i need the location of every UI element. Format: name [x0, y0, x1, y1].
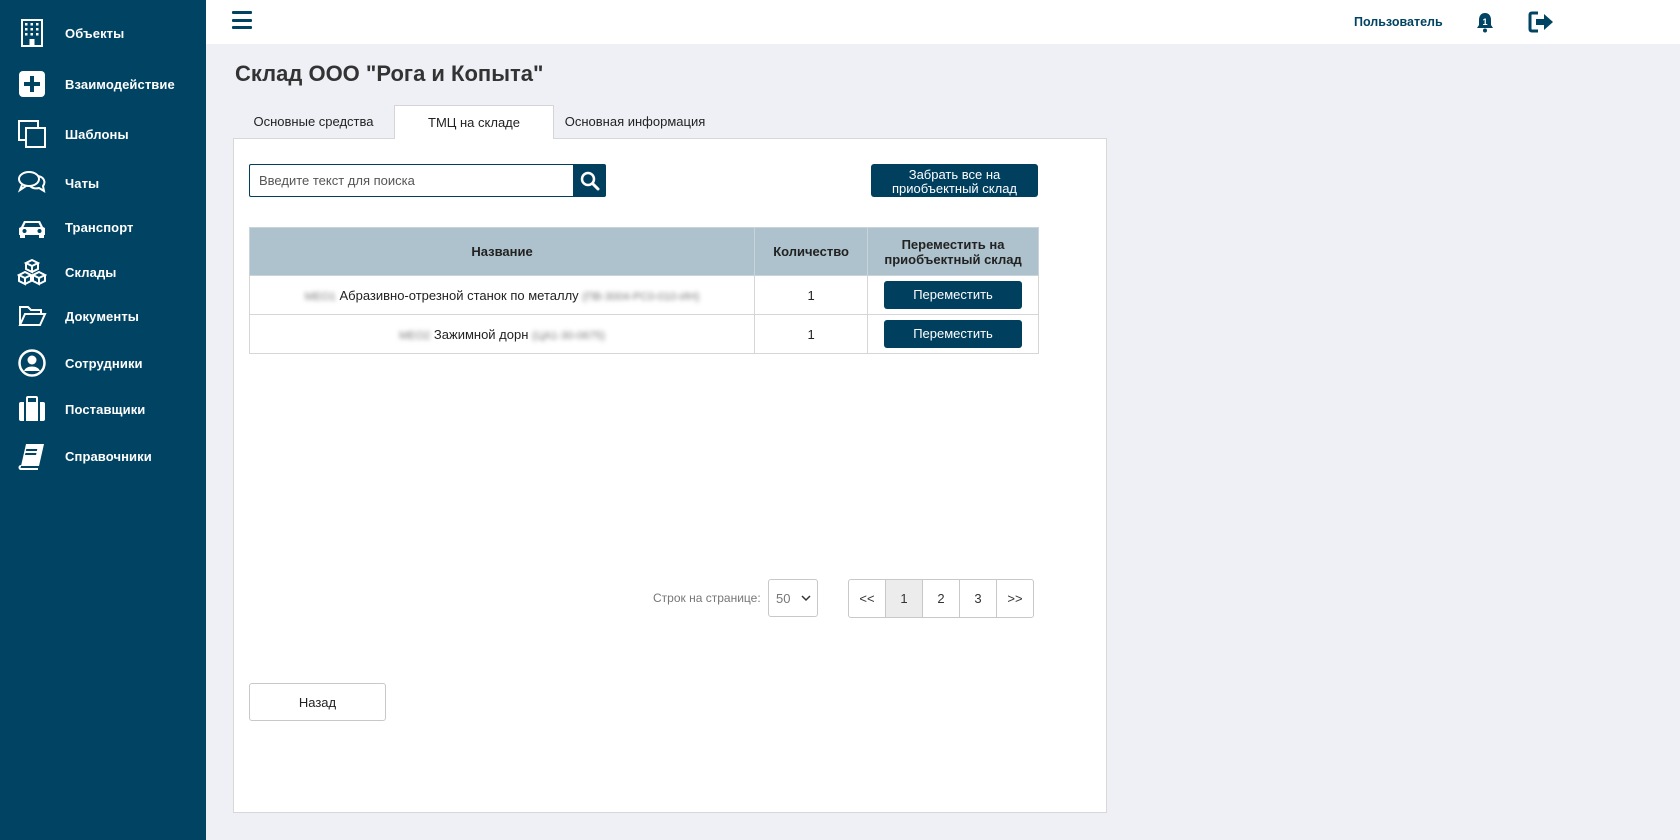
rows-per-page-value: 50	[776, 590, 791, 606]
notification-count: 1	[1482, 17, 1487, 27]
page-title: Склад ООО "Рога и Копыта"	[235, 61, 544, 86]
tab-inventory[interactable]: ТМЦ на складе	[394, 105, 554, 139]
chevron-down-icon	[801, 595, 811, 602]
sidebar-item-label: Справочники	[65, 448, 152, 464]
sidebar-item-label: Поставщики	[65, 401, 146, 417]
cell-name: МЕО1 Абразивно-отрезной станок по металл…	[248, 275, 756, 315]
pagination: << 1 2 3 >>	[848, 579, 1034, 618]
inventory-table: Название Количество Переместить на приобъ…	[248, 227, 1039, 354]
sidebar-item-label: Шаблоны	[65, 126, 129, 142]
logout-icon[interactable]	[1528, 10, 1556, 34]
top-bar: Пользователь 1	[206, 0, 1680, 44]
tab-label: Основная информация	[564, 114, 706, 129]
redacted-prefix: МЕО1	[304, 290, 336, 303]
sidebar-item-employees[interactable]: Сотрудники	[0, 343, 206, 383]
redacted-prefix: МЕО2	[399, 329, 431, 342]
redacted-suffix: (ЦА1-30-0675)	[532, 329, 605, 342]
sidebar-item-transport[interactable]: Транспорт	[0, 207, 206, 247]
column-header-move-line2: приобъектный склад	[884, 251, 1022, 267]
rows-per-page-select[interactable]: 50	[768, 579, 818, 617]
take-all-label-2: приобъектный склад	[891, 180, 1018, 196]
sidebar-item-chats[interactable]: Чаты	[0, 163, 206, 203]
sidebar-item-objects[interactable]: Объекты	[0, 13, 206, 53]
cell-quantity: 1	[754, 275, 869, 315]
sidebar-item-warehouses[interactable]: Склады	[0, 252, 206, 292]
column-header-move: Переместить на приобъектный склад	[867, 227, 1039, 276]
bell-icon[interactable]: 1	[1474, 11, 1496, 33]
tab-main-info[interactable]: Основная информация	[558, 105, 712, 138]
page-first-button[interactable]: <<	[848, 579, 886, 618]
tab-label: ТМЦ на складе	[428, 115, 520, 130]
rows-per-page-label: Строк на странице:	[653, 591, 761, 605]
table-row: МЕО1 Абразивно-отрезной станок по металл…	[248, 275, 1039, 315]
folder-open-icon	[17, 301, 47, 331]
building-icon	[17, 18, 47, 48]
briefcase-icon	[17, 394, 47, 424]
column-header-move-line1: Переместить на	[901, 236, 1005, 252]
sidebar-item-suppliers[interactable]: Поставщики	[0, 389, 206, 429]
sidebar-item-interaction[interactable]: Взаимодействие	[0, 64, 206, 104]
redacted-suffix: (ПВ-3004-РС0-010-ИН)	[582, 290, 700, 303]
menu-icon[interactable]	[232, 11, 252, 33]
table-row: МЕО2 Зажимной дорн (ЦА1-30-0675) 1 Перем…	[248, 314, 1039, 354]
user-circle-icon	[17, 348, 47, 378]
page-last-button[interactable]: >>	[996, 579, 1034, 618]
search-input[interactable]	[249, 164, 573, 197]
item-name: Абразивно-отрезной станок по металлу	[339, 287, 579, 303]
tab-label: Основные средства	[253, 114, 374, 129]
item-name: Зажимной дорн	[433, 326, 529, 342]
cell-action: Переместить	[867, 314, 1039, 354]
plus-square-icon	[17, 69, 47, 99]
chat-bubbles-icon	[17, 168, 47, 198]
take-all-label-1: Забрать все на	[908, 166, 1001, 182]
move-button[interactable]: Переместить	[884, 320, 1023, 348]
sidebar-item-label: Взаимодействие	[65, 76, 175, 92]
sidebar-item-templates[interactable]: Шаблоны	[0, 114, 206, 154]
search-icon	[580, 171, 599, 190]
sidebar-item-references[interactable]: Справочники	[0, 436, 206, 476]
tab-fixed-assets[interactable]: Основные средства	[241, 105, 386, 138]
sidebar-item-label: Объекты	[65, 25, 125, 41]
search-button[interactable]	[573, 164, 606, 197]
sidebar-item-label: Сотрудники	[65, 355, 143, 371]
copy-icon	[17, 119, 47, 149]
page-button-3[interactable]: 3	[959, 579, 997, 618]
cell-action: Переместить	[867, 275, 1039, 315]
user-name[interactable]: Пользователь	[1354, 15, 1443, 29]
sidebar-item-label: Склады	[65, 264, 117, 280]
column-header-name[interactable]: Название	[248, 227, 756, 276]
table-header-row: Название Количество Переместить на приобъ…	[248, 227, 1039, 276]
boxes-icon	[17, 257, 47, 287]
page-button-2[interactable]: 2	[922, 579, 960, 618]
page-button-1[interactable]: 1	[885, 579, 923, 618]
cell-quantity: 1	[754, 314, 869, 354]
cell-name: МЕО2 Зажимной дорн (ЦА1-30-0675)	[248, 314, 756, 354]
back-button[interactable]: Назад	[249, 683, 386, 721]
sidebar-item-label: Транспорт	[65, 219, 134, 235]
column-header-quantity[interactable]: Количество	[754, 227, 869, 276]
sidebar-item-label: Чаты	[65, 175, 100, 191]
sidebar-item-label: Документы	[65, 308, 139, 324]
move-button[interactable]: Переместить	[884, 281, 1023, 309]
sidebar-item-documents[interactable]: Документы	[0, 296, 206, 336]
sidebar: Объекты Взаимодействие Шаблоны Чаты Тран…	[0, 0, 206, 840]
take-all-button[interactable]: Забрать все на приобъектный склад	[871, 164, 1038, 197]
car-icon	[17, 212, 47, 242]
book-icon	[17, 441, 47, 471]
